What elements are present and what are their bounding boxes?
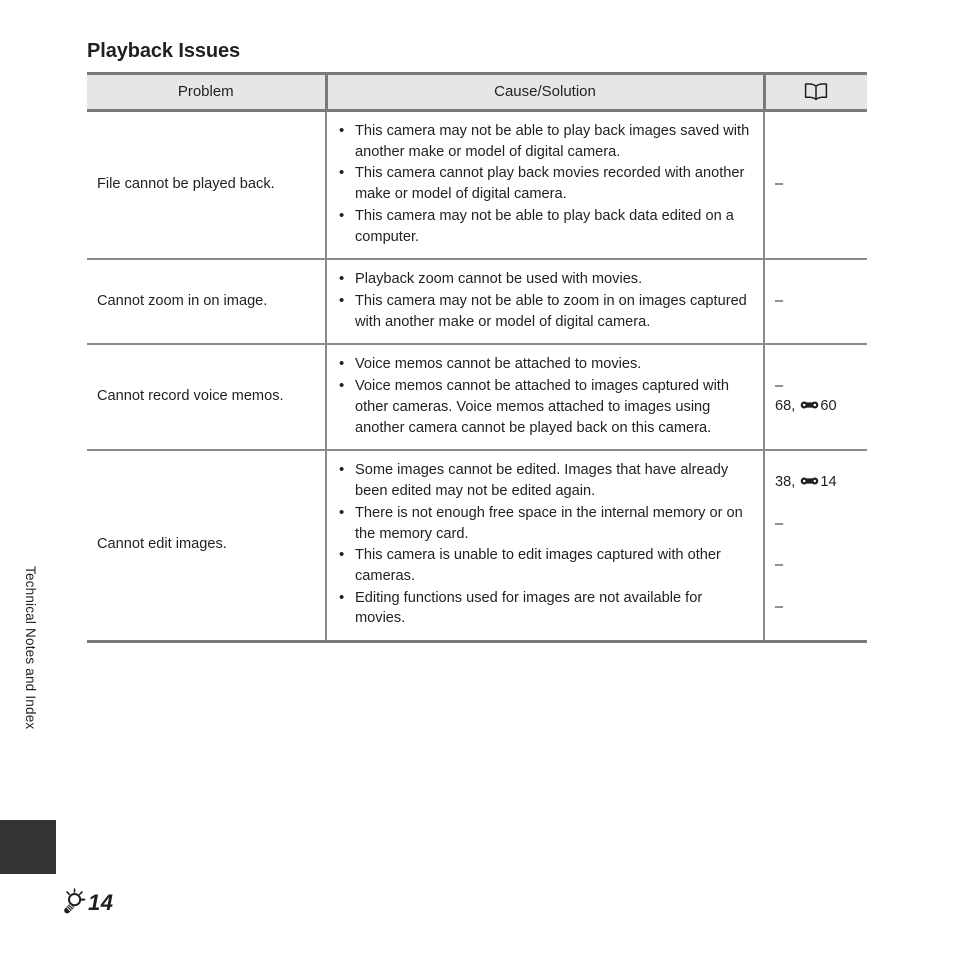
reference-cell: – (763, 259, 867, 346)
cause-item: This camera is unable to edit images cap… (337, 544, 753, 586)
reference-list: – 68, 60 (775, 376, 857, 417)
cause-list: This camera may not be able to play back… (337, 120, 753, 247)
cause-cell: Some images cannot be edited. Images tha… (325, 450, 764, 644)
reference-spacer (775, 534, 857, 555)
troubleshooting-table: Problem Cause/Solution File cannot be pl… (87, 72, 867, 644)
cause-list: Voice memos cannot be attached to movies… (337, 353, 753, 438)
cause-item: Voice memos cannot be attached to movies… (337, 353, 753, 375)
cause-cell: Playback zoom cannot be used with movies… (325, 259, 764, 346)
problem-cell: Cannot zoom in on image. (87, 259, 326, 346)
chapter-tab-marker (0, 820, 56, 874)
reference-item: – (775, 557, 784, 574)
problem-cell: Cannot record voice memos. (87, 344, 326, 452)
column-header-cause-solution: Cause/Solution (324, 72, 764, 112)
cause-item: This camera cannot play back movies reco… (337, 162, 753, 204)
reference-spacer (775, 576, 857, 597)
reference-item: – (775, 292, 784, 309)
reference-item: – (775, 377, 784, 394)
cause-item: Editing functions used for images are no… (337, 587, 753, 629)
table-row: File cannot be played back. This camera … (87, 110, 867, 261)
table-body: File cannot be played back. This camera … (87, 110, 867, 644)
problem-cell: Cannot edit images. (87, 450, 326, 644)
cause-item: There is not enough free space in the in… (337, 502, 753, 544)
page-number: 14 (88, 890, 114, 915)
reference-item: – (775, 175, 784, 192)
cause-cell: Voice memos cannot be attached to movies… (325, 344, 764, 452)
table-row: Cannot edit images. Some images cannot b… (87, 450, 867, 644)
reference-item: 68, 60 (775, 397, 837, 415)
page-footer: 14 (57, 888, 113, 918)
cause-item: This camera may not be able to zoom in o… (337, 290, 753, 332)
cause-cell: This camera may not be able to play back… (325, 110, 764, 261)
column-header-reference (762, 72, 867, 112)
chapter-side-label: Technical Notes and Index (23, 566, 38, 730)
cause-list: Playback zoom cannot be used with movies… (337, 268, 753, 332)
table-header-row: Problem Cause/Solution (87, 72, 867, 112)
table-row: Cannot record voice memos. Voice memos c… (87, 344, 867, 452)
reference-section-icon (800, 473, 819, 485)
cause-item: Playback zoom cannot be used with movies… (337, 268, 753, 290)
page-title: Playback Issues (87, 40, 241, 63)
cause-item: This camera may not be able to play back… (337, 205, 753, 247)
cause-item: Some images cannot be edited. Images tha… (337, 459, 753, 501)
reference-cell: – (763, 110, 867, 261)
reference-item: – (775, 515, 784, 532)
troubleshooting-table-wrapper: Problem Cause/Solution File cannot be pl… (87, 72, 867, 644)
cause-item: Voice memos cannot be attached to images… (337, 375, 753, 438)
problem-cell: File cannot be played back. (87, 110, 326, 261)
reference-list: 38, 14 – – – (775, 472, 857, 617)
tips-bulb-icon (57, 888, 87, 918)
open-book-icon (804, 82, 828, 101)
reference-item: 38, 14 (775, 473, 837, 491)
reference-list: – (775, 291, 857, 312)
reference-cell: – 68, 60 (763, 344, 867, 452)
reference-item: – (775, 598, 784, 615)
reference-section-icon (800, 397, 819, 409)
table-row: Cannot zoom in on image. Playback zoom c… (87, 259, 867, 346)
table-header: Problem Cause/Solution (87, 72, 867, 112)
reference-list: – (775, 174, 857, 195)
cause-list: Some images cannot be edited. Images tha… (337, 459, 753, 629)
reference-cell: 38, 14 – – – (763, 450, 867, 644)
reference-spacer (775, 493, 857, 514)
column-header-problem: Problem (87, 72, 326, 112)
cause-item: This camera may not be able to play back… (337, 120, 753, 162)
